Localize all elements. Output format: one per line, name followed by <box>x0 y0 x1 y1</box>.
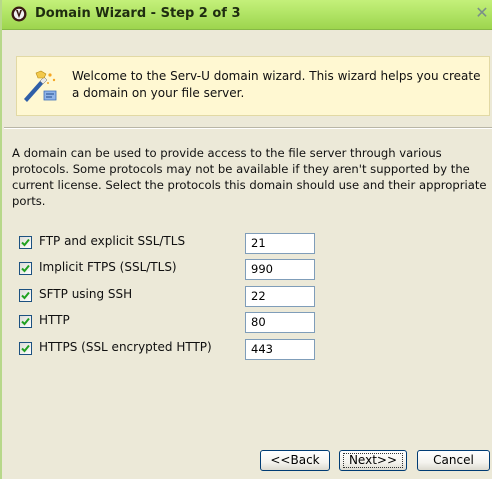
http-port-input[interactable]: 80 <box>245 312 315 333</box>
back-button-label: <<Back <box>270 453 320 467</box>
sftp-checkbox[interactable] <box>19 289 32 302</box>
checkmark-icon <box>21 344 30 353</box>
checkmark-icon <box>21 317 30 326</box>
protocol-row-http: HTTP 80 <box>19 312 319 334</box>
checkmark-icon <box>21 238 30 247</box>
protocol-row-https: HTTPS (SSL encrypted HTTP) 443 <box>19 339 319 361</box>
sftp-label: SFTP using SSH <box>39 287 133 301</box>
implicit-ftps-label: Implicit FTPS (SSL/TLS) <box>39 260 177 274</box>
cancel-button-label: Cancel <box>433 453 474 467</box>
https-checkbox[interactable] <box>19 342 32 355</box>
sftp-port-input[interactable]: 22 <box>245 286 315 307</box>
window-title: Domain Wizard - Step 2 of 3 <box>35 6 241 21</box>
protocol-description: A domain can be used to provide access t… <box>12 146 487 208</box>
implicit-ftps-checkbox[interactable] <box>19 262 32 275</box>
next-button[interactable]: Next>> <box>339 450 407 471</box>
http-label: HTTP <box>39 313 70 327</box>
https-label: HTTPS (SSL encrypted HTTP) <box>39 340 212 354</box>
domain-wizard-dialog: Domain Wizard - Step 2 of 3 ✕ Welcome to… <box>0 0 492 479</box>
checkmark-icon <box>21 291 30 300</box>
back-button[interactable]: <<Back <box>260 450 330 471</box>
wizard-icon <box>24 70 57 102</box>
protocol-row-ftp: FTP and explicit SSL/TLS 21 <box>19 233 319 255</box>
serv-u-logo-icon <box>11 6 27 22</box>
ftp-checkbox[interactable] <box>19 236 32 249</box>
https-port-input[interactable]: 443 <box>245 339 315 360</box>
focus-ring <box>343 453 403 468</box>
implicit-ftps-port-input[interactable]: 990 <box>245 259 315 280</box>
protocol-row-implicit-ftps: Implicit FTPS (SSL/TLS) 990 <box>19 259 319 281</box>
separator <box>4 127 492 129</box>
close-icon[interactable]: ✕ <box>472 3 492 23</box>
cancel-button[interactable]: Cancel <box>417 450 490 471</box>
protocol-row-sftp: SFTP using SSH 22 <box>19 286 319 308</box>
ftp-port-input[interactable]: 21 <box>245 233 315 254</box>
checkmark-icon <box>21 264 30 273</box>
http-checkbox[interactable] <box>19 315 32 328</box>
welcome-text: Welcome to the Serv-U domain wizard. Thi… <box>72 69 481 100</box>
title-bar[interactable]: Domain Wizard - Step 2 of 3 ✕ <box>2 0 492 30</box>
welcome-banner: Welcome to the Serv-U domain wizard. Thi… <box>16 56 490 116</box>
ftp-label: FTP and explicit SSL/TLS <box>39 234 186 248</box>
